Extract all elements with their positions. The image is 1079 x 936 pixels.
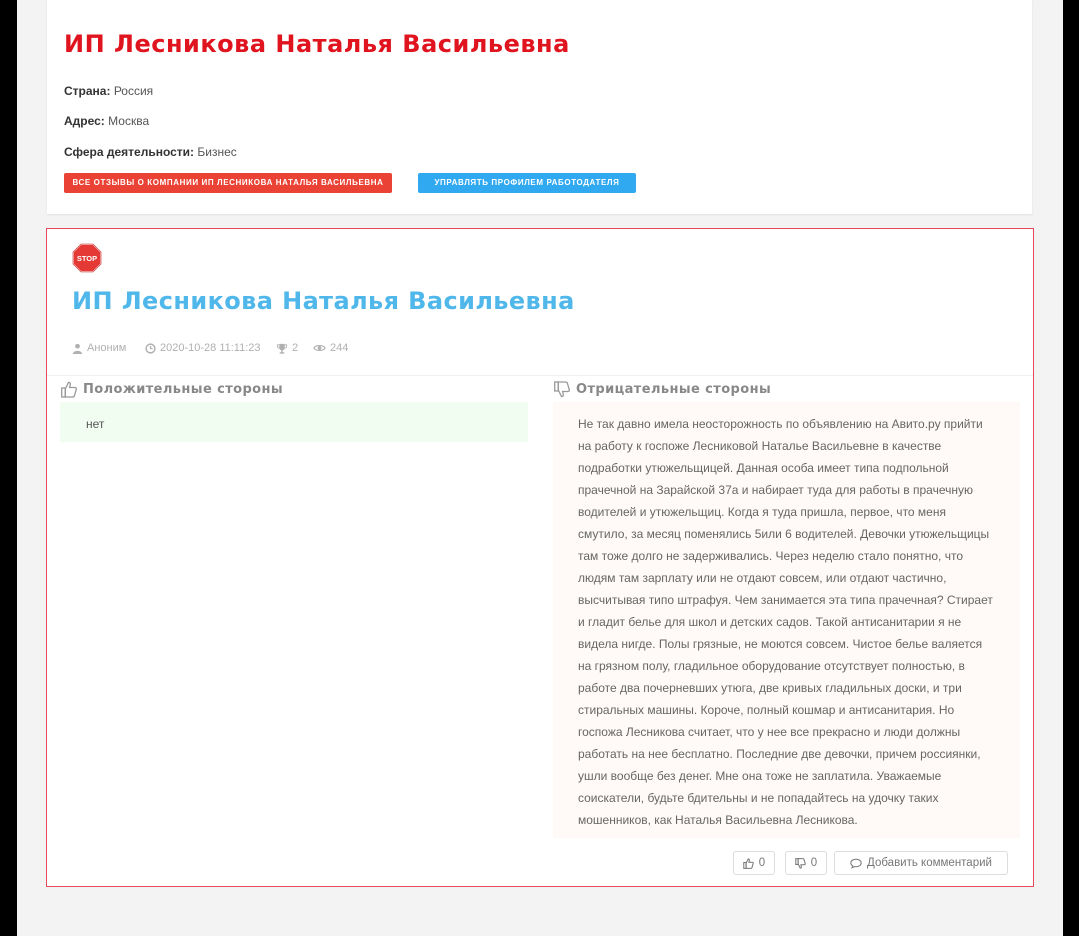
- page-background: ИП Лесникова Наталья Васильевна Страна: …: [17, 0, 1063, 936]
- positive-text: нет: [86, 417, 105, 431]
- author-meta: Аноним: [72, 342, 126, 354]
- views-count: 244: [330, 342, 349, 354]
- dislike-button[interactable]: 0: [785, 851, 827, 875]
- address-row: Адрес: Москва: [64, 114, 149, 128]
- divider: [47, 375, 1033, 376]
- sphere-row: Сфера деятельности: Бизнес: [64, 145, 237, 159]
- country-label: Страна:: [64, 84, 111, 98]
- trophy-meta: 2: [276, 342, 298, 354]
- author-name: Аноним: [87, 342, 127, 354]
- negative-text-box: Не так давно имела неосторожность по объ…: [553, 402, 1020, 838]
- like-button[interactable]: 0: [733, 851, 775, 875]
- negative-heading: Отрицательные стороны: [554, 381, 771, 398]
- sphere-value: Бизнес: [197, 145, 237, 159]
- clock-icon: [145, 342, 156, 354]
- add-comment-label: Добавить комментарий: [867, 857, 992, 869]
- comment-icon: [850, 858, 862, 869]
- trophy-count: 2: [292, 342, 299, 354]
- positive-heading: Положительные стороны: [61, 381, 283, 398]
- thumbs-up-small-icon: [743, 857, 754, 869]
- thumbs-down-small-icon: [795, 857, 806, 869]
- stop-sign-icon: STOP: [72, 243, 102, 273]
- thumbs-up-icon: [61, 381, 77, 398]
- views-meta: 244: [313, 342, 348, 354]
- add-comment-button[interactable]: Добавить комментарий: [834, 851, 1008, 875]
- negative-heading-text: Отрицательные стороны: [576, 382, 772, 397]
- company-title: ИП Лесникова Наталья Васильевна: [64, 30, 570, 58]
- eye-icon: [313, 344, 326, 352]
- positive-heading-text: Положительные стороны: [83, 382, 284, 397]
- address-label: Адрес:: [64, 114, 105, 128]
- like-count: 0: [758, 857, 766, 869]
- date-meta: 2020-10-28 11:11:23: [145, 342, 261, 354]
- country-value: Россия: [113, 84, 154, 98]
- review-footer: 0 0 Добавить комментарий: [47, 838, 1033, 886]
- review-date: 2020-10-28 11:11:23: [160, 342, 261, 354]
- negative-text: Не так давно имела неосторожность по объ…: [578, 417, 993, 827]
- positive-text-box: нет: [60, 402, 528, 442]
- review-card: STOP ИП Лесникова Наталья Васильевна Ано…: [46, 228, 1034, 887]
- address-value: Москва: [108, 114, 150, 128]
- user-icon: [72, 343, 83, 354]
- review-title: ИП Лесникова Наталья Васильевна: [72, 287, 575, 315]
- thumbs-down-icon: [554, 381, 570, 398]
- trophy-icon: [276, 343, 288, 354]
- dislike-count: 0: [810, 857, 818, 869]
- manage-profile-button[interactable]: Управлять профилем работодателя: [418, 173, 636, 193]
- country-row: Страна: Россия: [64, 84, 153, 98]
- stop-sign-text: STOP: [77, 254, 97, 263]
- company-card: ИП Лесникова Наталья Васильевна Страна: …: [47, 0, 1032, 214]
- all-reviews-button[interactable]: Все отзывы о компании ИП Лесникова Натал…: [64, 173, 392, 193]
- sphere-label: Сфера деятельности:: [64, 145, 195, 159]
